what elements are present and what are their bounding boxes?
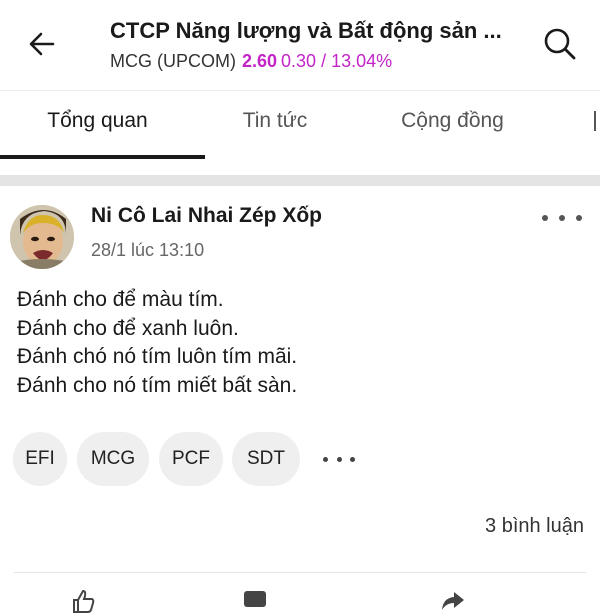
ellipsis-icon (323, 456, 328, 462)
post-line: Đánh cho nó tím miết bất sàn. (17, 373, 298, 397)
ellipsis-dot (350, 456, 355, 462)
tab-news[interactable]: Tin tức (205, 91, 345, 159)
tag-chip-pcf[interactable]: PCF (159, 432, 223, 486)
share-button[interactable] (440, 586, 476, 616)
more-options-button[interactable] (542, 206, 582, 230)
header-title-block: CTCP Năng lượng và Bất động sản ... MCG … (110, 16, 530, 74)
more-dot (559, 215, 565, 221)
avatar-image (10, 205, 74, 269)
post-content: Đánh cho để màu tím. Đánh cho để xanh lu… (17, 286, 587, 400)
price-change: 0.30 / 13.04% (281, 51, 393, 71)
more-dots-icon (542, 215, 548, 221)
comment-count[interactable]: 3 bình luận (485, 515, 584, 538)
like-button[interactable] (70, 586, 106, 616)
ellipsis-dot (336, 456, 342, 462)
ticker-label: MCG (UPCOM) (110, 51, 236, 71)
post-actions (0, 586, 600, 616)
action-divider (14, 572, 586, 573)
company-title: CTCP Năng lượng và Bất động sản ... (110, 18, 502, 43)
tab-overflow[interactable] (590, 91, 600, 159)
comment-icon (244, 591, 266, 607)
app-header: CTCP Năng lượng và Bất động sản ... MCG … (0, 0, 600, 90)
price-value: 2.60 (241, 51, 278, 71)
arrow-left-icon (29, 32, 55, 56)
tag-chip-sdt[interactable]: SDT (232, 432, 300, 486)
post-line: Đánh chó nó tím luôn tím mãi. (17, 345, 298, 368)
more-dot (576, 215, 582, 221)
post-timestamp: 28/1 lúc 13:10 (91, 240, 205, 260)
share-icon (442, 592, 464, 610)
post-line: Đánh cho để xanh luôn. (17, 316, 239, 340)
tab-overview[interactable]: Tổng quan (0, 91, 195, 159)
tab-bar: Tổng quan Tin tức Cộng đồng (0, 90, 600, 161)
tab-community[interactable]: Cộng đồng (370, 91, 535, 159)
more-tags-button[interactable] (323, 455, 355, 463)
quote-line: MCG (UPCOM) 2.60 0.30 / 13.04% (110, 48, 530, 74)
tag-chip-efi[interactable]: EFI (13, 432, 67, 486)
section-divider (0, 175, 600, 186)
post-line: Đánh cho để màu tím. (17, 288, 224, 311)
tag-chip-mcg[interactable]: MCG (77, 432, 149, 486)
post-author[interactable]: Ni Cô Lai Nhai Zép Xốp (91, 204, 322, 228)
comment-button[interactable] (242, 586, 278, 616)
search-button[interactable] (538, 22, 582, 66)
back-button[interactable] (20, 22, 64, 66)
search-icon (544, 28, 576, 60)
thumbs-up-icon (73, 589, 95, 613)
avatar[interactable] (10, 205, 74, 269)
active-tab-indicator (0, 155, 205, 159)
